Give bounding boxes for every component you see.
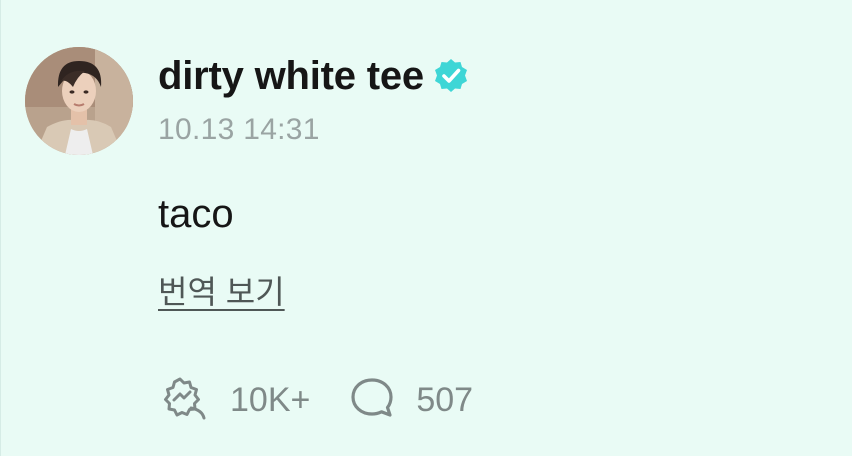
comment-count: 507 [416,381,474,419]
avatar-photo [25,47,133,155]
reaction-button[interactable]: 10K+ [158,372,310,429]
avatar[interactable] [25,47,133,155]
author-row: dirty white tee [158,52,470,100]
post-actions: 10K+ 507 [158,372,473,428]
reaction-icon [158,372,210,429]
author-name[interactable]: dirty white tee [158,52,424,100]
reaction-count: 10K+ [230,381,311,419]
post-timestamp: 10.13 14:31 [158,113,320,146]
speech-bubble-icon [348,374,396,427]
post-header: dirty white tee 10.13 14:31 [158,52,470,148]
post-card: dirty white tee 10.13 14:31 taco 번역 보기 1… [0,0,852,456]
post-content: taco [158,192,234,236]
comment-button[interactable]: 507 [348,374,473,427]
verified-badge-icon [432,57,470,95]
translate-link[interactable]: 번역 보기 [158,272,285,312]
